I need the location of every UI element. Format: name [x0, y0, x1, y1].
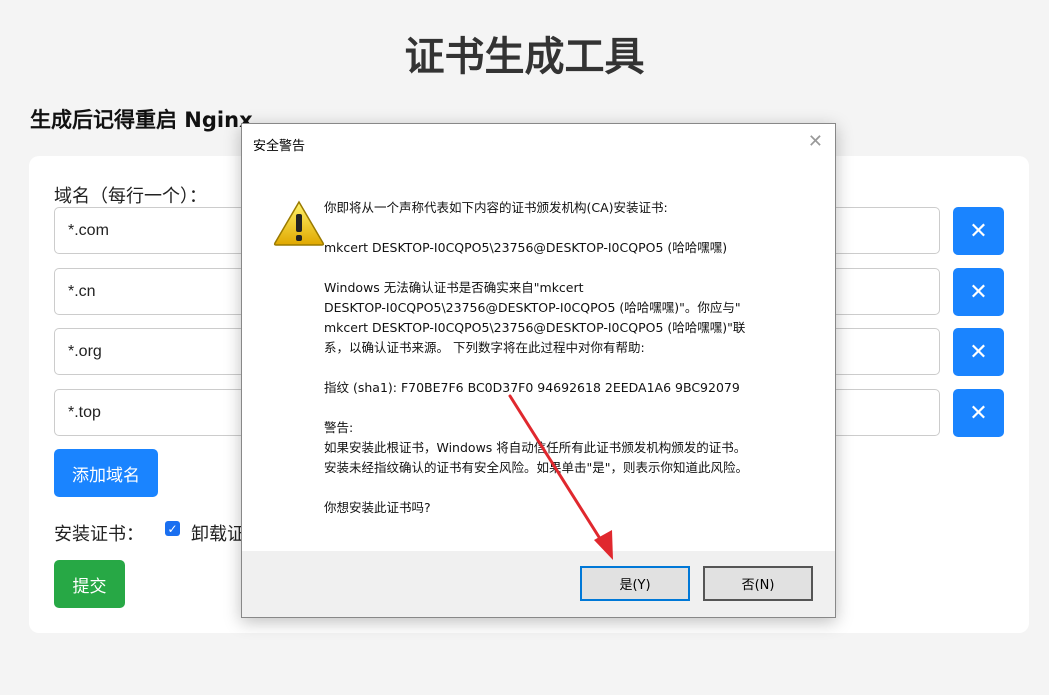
remove-domain-button[interactable]: ✕ — [953, 268, 1004, 316]
message-line: 你即将从一个声称代表如下内容的证书颁发机构(CA)安装证书: — [324, 200, 668, 215]
uninstall-checkbox[interactable]: ✓ — [165, 521, 180, 536]
message-line: 你想安装此证书吗? — [324, 500, 431, 515]
message-line: Windows 无法确认证书是否确实来自"mkcert — [324, 280, 584, 295]
remove-domain-button[interactable]: ✕ — [953, 389, 1004, 437]
message-line: 系，以确认证书来源。 下列数字将在此过程中对你有帮助: — [324, 340, 645, 355]
yes-button[interactable]: 是(Y) — [580, 566, 690, 601]
fingerprint-line: 指纹 (sha1): F70BE7F6 BC0D37F0 94692618 2E… — [324, 380, 740, 395]
message-line: DESKTOP-I0CQPO5\23756@DESKTOP-I0CQPO5 (哈… — [324, 300, 741, 315]
security-warning-dialog: 安全警告 ✕ 你即将从一个声称代表如下内容的证书颁发机构(CA)安装证书: mk… — [241, 123, 836, 618]
submit-button[interactable]: 提交 — [54, 560, 125, 608]
message-line: mkcert DESKTOP-I0CQPO5\23756@DESKTOP-I0C… — [324, 240, 728, 255]
domain-label: 域名（每行一个）： — [54, 186, 207, 207]
dialog-title: 安全警告 — [253, 139, 306, 154]
page-title: 证书生成工具 — [404, 34, 645, 80]
close-icon[interactable]: ✕ — [808, 132, 823, 152]
uninstall-cert-label: 卸载证 — [191, 524, 245, 545]
remove-domain-button[interactable]: ✕ — [953, 328, 1004, 376]
add-domain-button[interactable]: 添加域名 — [54, 449, 158, 497]
page-subtitle: 生成后记得重启 Nginx — [30, 108, 253, 132]
message-line: mkcert DESKTOP-I0CQPO5\23756@DESKTOP-I0C… — [324, 320, 746, 335]
dialog-message: 你即将从一个声称代表如下内容的证书颁发机构(CA)安装证书: mkcert DE… — [324, 198, 824, 518]
message-line: 安装未经指纹确认的证书有安全风险。如果单击"是"，则表示你知道此风险。 — [324, 460, 749, 475]
dialog-footer: 是(Y) 否(N) — [242, 551, 835, 617]
no-button[interactable]: 否(N) — [703, 566, 813, 601]
remove-domain-button[interactable]: ✕ — [953, 207, 1004, 255]
warning-icon — [273, 200, 325, 246]
install-cert-label: 安装证书： — [54, 524, 144, 545]
message-line: 如果安装此根证书，Windows 将自动信任所有此证书颁发机构颁发的证书。 — [324, 440, 747, 455]
message-line: 警告: — [324, 420, 354, 435]
